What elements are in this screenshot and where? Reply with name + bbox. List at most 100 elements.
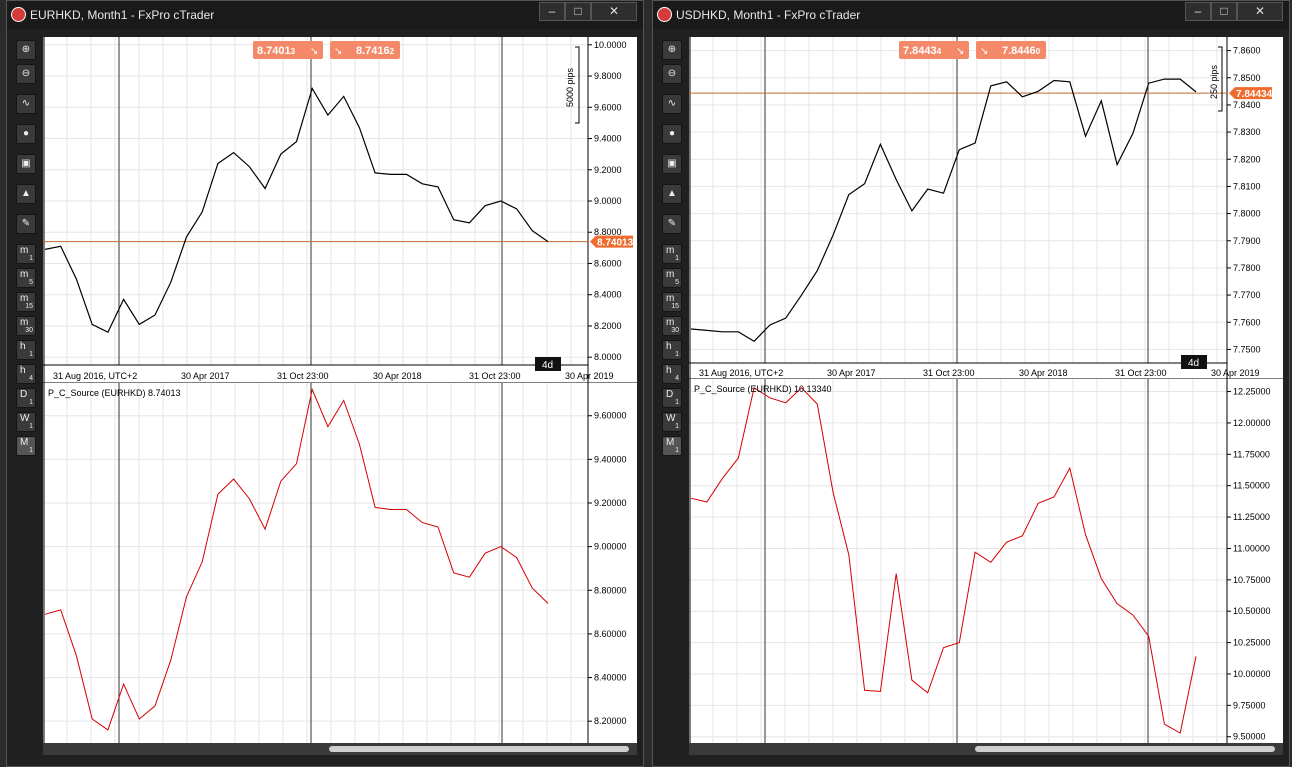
svg-text:7.84460: 7.84460: [1002, 45, 1041, 57]
bid-box[interactable]: 7.84434 ↘: [899, 41, 969, 59]
time-tick-label: 31 Aug 2016, UTC+2: [53, 371, 137, 381]
chart-settings-icon[interactable]: ✎: [662, 214, 682, 234]
timeframe-badge: 4d: [535, 357, 561, 371]
title-bar: EURHKD, Month1 - FxPro cTrader – □ ✕: [7, 1, 643, 29]
timeframe-m15-button[interactable]: m 15: [16, 292, 36, 312]
indicator-tick-label: 10.25000: [1233, 638, 1271, 648]
timeframe-h1-button[interactable]: h1: [16, 340, 36, 360]
bid-price: 7.8443: [903, 45, 937, 57]
tf-number: 1: [29, 447, 33, 454]
ask-pipette: 0: [1036, 47, 1041, 56]
timeframe-d1-button[interactable]: D1: [16, 388, 36, 408]
maximize-button[interactable]: □: [565, 2, 591, 21]
timeframe-w1-button[interactable]: W1: [16, 412, 36, 432]
indicator-tick-label: 12.00000: [1233, 418, 1271, 428]
tf-number: 1: [675, 423, 679, 430]
horizontal-scrollbar[interactable]: [689, 743, 1283, 755]
ask-box[interactable]: ↘ 8.74162: [330, 41, 400, 59]
timeframe-mn1-button[interactable]: M1: [662, 436, 682, 456]
time-axis[interactable]: 31 Aug 2016, UTC+2 30 Apr 2017 31 Oct 23:0…: [699, 368, 1260, 378]
indicator-grid: [689, 379, 1227, 743]
tf-letter: D: [20, 389, 28, 400]
ctrader-logo-icon: [657, 7, 672, 22]
tf-number: 1: [675, 255, 679, 262]
ask-box[interactable]: ↘ 7.84460: [976, 41, 1046, 59]
indicator-tick-label: 10.50000: [1233, 606, 1271, 616]
indicator-label: P_C_Source (EURHKD) 8.74013: [48, 388, 181, 398]
timeframe-d1-button[interactable]: D1: [662, 388, 682, 408]
zoom-in-icon[interactable]: ⊕: [16, 40, 36, 60]
indicator-label: P_C_Source (EURHKD) 10.13340: [694, 384, 832, 394]
time-tick-label: 30 Apr 2017: [181, 371, 230, 381]
tf-letter: M: [666, 437, 675, 448]
window-title: EURHKD, Month1 - FxPro cTrader: [30, 8, 215, 22]
timeframe-m1-button[interactable]: m1: [16, 244, 36, 264]
indicator-axis[interactable]: 9.60000 9.40000 9.20000 9.00000 8.80000 8.600…: [588, 411, 627, 726]
indicator-pane[interactable]: 9.60000 9.40000 9.20000 9.00000 8.80000 8.600…: [43, 383, 637, 743]
timeframe-m1-button[interactable]: m1: [662, 244, 682, 264]
pips-label: 250 pips: [1209, 64, 1219, 99]
object-tools-icon[interactable]: ●: [16, 124, 36, 144]
timeframe-m5-button[interactable]: m5: [16, 268, 36, 288]
bid-price: 8.7401: [257, 45, 291, 57]
timeframe-m15-button[interactable]: m 15: [662, 292, 682, 312]
close-button[interactable]: ✕: [1237, 2, 1283, 21]
time-tick-label: 31 Oct 23:00: [469, 371, 521, 381]
title-bar: USDHKD, Month1 - FxPro cTrader – □ ✕: [653, 1, 1289, 29]
indicator-tick-label: 12.25000: [1233, 387, 1271, 397]
chart-type-icon[interactable]: ∿: [662, 94, 682, 114]
horizontal-scrollbar[interactable]: [43, 743, 637, 755]
timeframe-m5-button[interactable]: m5: [662, 268, 682, 288]
indicator-tick-label: 8.60000: [594, 629, 627, 639]
object-tools-icon[interactable]: ●: [662, 124, 682, 144]
indicator-series-line: [44, 387, 549, 731]
tf-number: 5: [29, 279, 33, 286]
chart-type-icon[interactable]: ∿: [16, 94, 36, 114]
indicator-axis[interactable]: 12.25000 12.00000 11.75000 11.50000 11.25000…: [1227, 387, 1271, 742]
close-button[interactable]: ✕: [591, 2, 637, 21]
sell-arrow-icon: ↘: [956, 46, 964, 57]
indicator-grid: [43, 383, 588, 743]
trade-watch-icon[interactable]: ▣: [16, 154, 36, 174]
price-tick-label: 9.4000: [594, 134, 622, 144]
timeframe-h4-button[interactable]: h4: [16, 364, 36, 384]
time-axis[interactable]: 31 Aug 2016, UTC+2 30 Apr 2017 31 Oct 23:0…: [53, 371, 614, 381]
indicator-series-line: [690, 386, 1197, 734]
chart-settings-icon[interactable]: ✎: [16, 214, 36, 234]
price-axis[interactable]: 10.00009.80009.60009.40009.20009.00008.8…: [588, 40, 627, 362]
timeframe-h4-button[interactable]: h4: [662, 364, 682, 384]
tf-letter: D: [666, 389, 674, 400]
scrollbar-thumb[interactable]: [329, 746, 629, 752]
tf-letter: m: [20, 269, 29, 280]
minimize-button[interactable]: –: [1185, 2, 1211, 21]
tf-number: 4: [29, 375, 33, 382]
timeframe-badge: 4d: [1181, 355, 1207, 369]
indicator-pane[interactable]: 12.25000 12.00000 11.75000 11.50000 11.25000…: [689, 379, 1283, 743]
time-tick-label: 31 Oct 23:00: [923, 368, 975, 378]
timeframe-mn1-button[interactable]: M1: [16, 436, 36, 456]
drawing-tools-icon[interactable]: ▲: [662, 184, 682, 204]
zoom-in-icon[interactable]: ⊕: [662, 40, 682, 60]
zoom-out-icon[interactable]: ⊖: [16, 64, 36, 84]
tf-number: 4: [675, 375, 679, 382]
zoom-out-icon[interactable]: ⊖: [662, 64, 682, 84]
indicator-tick-label: 8.80000: [594, 585, 627, 595]
timeframe-m30-button[interactable]: m 30: [16, 316, 36, 336]
svg-text:8.74162: 8.74162: [356, 45, 395, 57]
timeframe-w1-button[interactable]: W1: [662, 412, 682, 432]
price-tick-label: 8.6000: [594, 258, 622, 268]
scrollbar-thumb[interactable]: [975, 746, 1275, 752]
tf-number: 1: [29, 423, 33, 430]
bid-box[interactable]: 8.74013 ↘: [253, 41, 323, 59]
maximize-button[interactable]: □: [1211, 2, 1237, 21]
timeframe-m30-button[interactable]: m 30: [662, 316, 682, 336]
price-tag-text: 8.74013: [597, 238, 634, 249]
timeframe-h1-button[interactable]: h1: [662, 340, 682, 360]
drawing-tools-icon[interactable]: ▲: [16, 184, 36, 204]
buy-arrow-icon: ↘: [980, 46, 988, 57]
price-chart-pane[interactable]: 10.0000 9.8000 9.6000 9.4000 9.2000 9.0000 8.8…: [43, 37, 637, 383]
price-chart-pane[interactable]: 7.8600 7.8500 7.8400 7.8300 7.8200 7.8100 7.80…: [689, 37, 1283, 379]
minimize-button[interactable]: –: [539, 2, 565, 21]
trade-watch-icon[interactable]: ▣: [662, 154, 682, 174]
tf-letter: M: [20, 437, 29, 448]
